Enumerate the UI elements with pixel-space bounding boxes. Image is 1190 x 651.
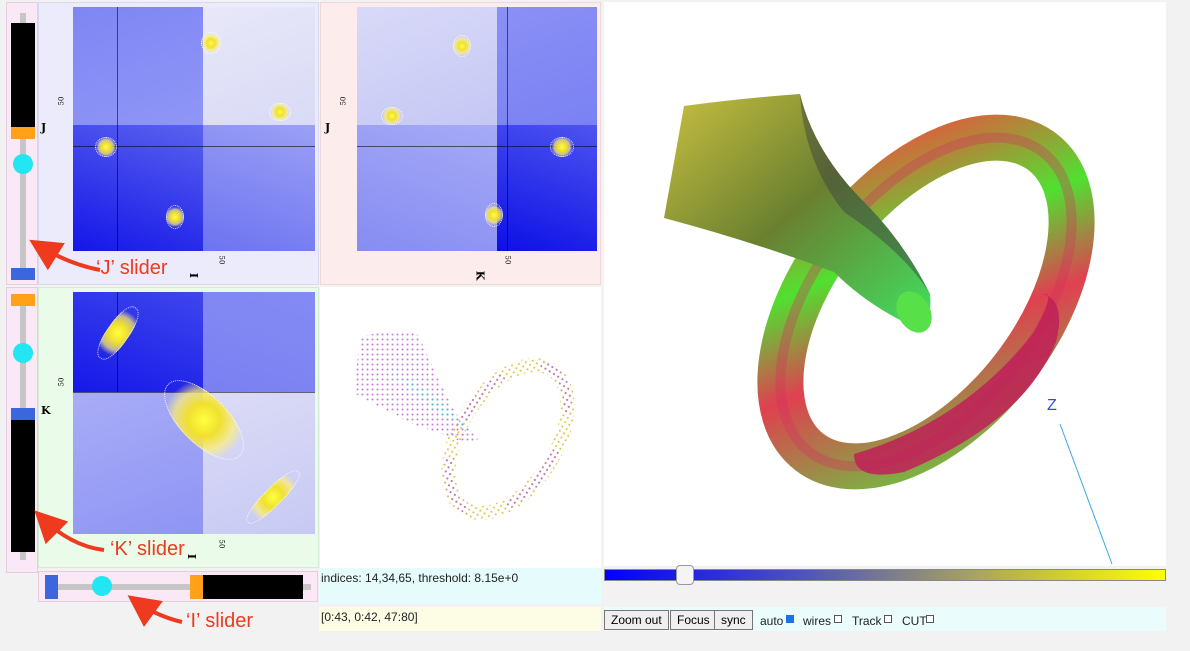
range-info-panel: [0:43, 0:42, 47:80] (319, 607, 601, 631)
wires-checkbox[interactable] (834, 615, 842, 623)
ik-y-axis-label: K (41, 404, 51, 417)
threshold-slider-thumb[interactable] (676, 565, 694, 585)
kj-y-tick-label: 50 (339, 96, 348, 106)
main-3d-view[interactable]: Z (604, 2, 1166, 566)
i-slider-knob[interactable] (92, 576, 112, 596)
cut-checkbox[interactable] (926, 615, 934, 623)
kj-hotspot (550, 137, 574, 157)
auto-checkbox[interactable] (786, 615, 794, 623)
k-slider-range-bar (11, 420, 35, 552)
kj-hotspot (453, 35, 471, 57)
j-slider-knob[interactable] (13, 154, 33, 174)
ij-slice-panel: J 50 50 I (38, 2, 319, 285)
ik-y-tick-label: 50 (57, 377, 66, 387)
surface-render-svg (664, 94, 1113, 565)
point-cloud-svg (354, 331, 575, 521)
i-slider-range-bar (203, 575, 303, 599)
j-slider-annotation: ‘J’ slider (96, 257, 168, 279)
kj-hotspot (485, 203, 503, 227)
ij-x-axis-label: I (187, 272, 201, 279)
focus-button[interactable]: Focus (670, 610, 717, 630)
k-slider-upper-handle[interactable] (11, 294, 35, 306)
point-cloud-preview[interactable] (320, 287, 601, 568)
z-axis-label: Z (1047, 397, 1057, 414)
ij-y-tick-label: 50 (57, 96, 66, 106)
ij-hotspot (95, 137, 117, 157)
indices-threshold-text: indices: 14,34,65, threshold: 8.15e+0 (321, 571, 519, 585)
k-slider-lower-handle[interactable] (11, 408, 35, 420)
ij-x-tick-label: 50 (217, 255, 226, 265)
j-slider-upper-handle[interactable] (11, 127, 35, 139)
j-slider-panel[interactable] (6, 2, 38, 285)
ik-slice-panel: K 50 50 I (38, 287, 319, 568)
ik-slice-image[interactable] (73, 292, 315, 534)
k-slider-annotation: ‘K’ slider (110, 538, 185, 560)
track-checkbox[interactable] (884, 615, 892, 623)
wires-label: wires (803, 614, 832, 628)
k-slider-knob[interactable] (13, 343, 33, 363)
ij-slice-image[interactable] (73, 7, 315, 251)
i-slider-panel[interactable] (38, 571, 318, 602)
j-slider-range-bar (11, 23, 35, 131)
j-slider-lower-handle[interactable] (11, 268, 35, 280)
kj-slice-panel: J 50 50 K (320, 2, 601, 285)
cut-label: CUT (902, 614, 927, 628)
i-slider-upper-handle[interactable] (190, 575, 203, 599)
zoom-out-button[interactable]: Zoom out (604, 610, 669, 630)
ij-y-axis-label: J (41, 121, 47, 134)
i-slider-lower-handle[interactable] (45, 575, 58, 599)
track-label: Track (852, 614, 882, 628)
auto-label: auto (760, 614, 784, 628)
kj-y-axis-label: J (325, 121, 331, 134)
sync-button[interactable]: sync (714, 610, 753, 630)
kj-slice-image[interactable] (357, 7, 597, 251)
i-slider-annotation: ‘I’ slider (186, 610, 254, 632)
indices-info-panel: indices: 14,34,65, threshold: 8.15e+0 (319, 568, 601, 604)
k-slider-panel[interactable] (6, 287, 38, 573)
ik-x-axis-label: I (185, 553, 199, 560)
ij-hotspot (201, 32, 221, 54)
ij-hotspot (166, 205, 184, 229)
ij-hotspot (269, 103, 291, 121)
kj-x-axis-label: K (473, 270, 487, 281)
kj-x-tick-label: 50 (503, 255, 512, 265)
kj-hotspot (381, 107, 403, 125)
range-text: [0:43, 0:42, 47:80] (321, 610, 418, 624)
ik-x-tick-label: 50 (217, 539, 226, 549)
